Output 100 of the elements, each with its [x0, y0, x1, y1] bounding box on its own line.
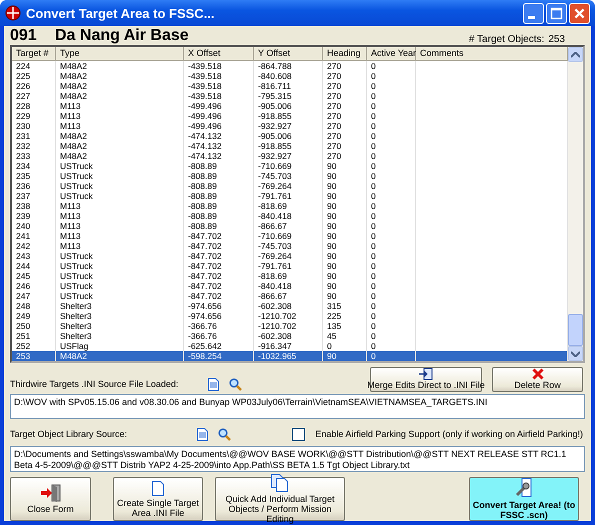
table-cell: -791.761	[254, 191, 323, 201]
table-cell: -866.67	[254, 221, 323, 231]
delete-row-button[interactable]: Delete Row	[492, 366, 583, 392]
table-cell: 90	[323, 201, 367, 211]
table-cell: 0	[367, 91, 416, 101]
table-cell: 224	[12, 61, 56, 71]
table-cell: 90	[323, 271, 367, 281]
table-cell: -808.89	[184, 191, 254, 201]
column-header[interactable]: Active Year	[367, 47, 416, 61]
table-cell: Shelter3	[56, 321, 184, 331]
table-cell: 236	[12, 181, 56, 191]
table-cell: 90	[323, 261, 367, 271]
table-cell: 249	[12, 311, 56, 321]
table-cell: 0	[367, 351, 416, 361]
table-cell: 244	[12, 261, 56, 271]
table-cell: M48A2	[56, 91, 184, 101]
column-header[interactable]: Heading	[323, 47, 367, 61]
table-cell: M48A2	[56, 81, 184, 91]
table-cell: 270	[323, 131, 367, 141]
table-cell: M48A2	[56, 351, 184, 361]
area-number: 091	[10, 27, 38, 45]
table-cell: 246	[12, 281, 56, 291]
table-cell: -864.788	[254, 61, 323, 71]
library-source-field[interactable]: D:\Documents and Settings\sswamba\My Documents\@@WOV BASE WORK\@@STT Distribution\@@STT NEXT RELEASE STT RC1.1 Beta 4-5-2009\@@@STT Distrib YAP2 4-25-2009\into App.Path\SS BETA 1.5 Tgt Object Library.txt	[10, 446, 585, 472]
table-cell: -932.927	[254, 121, 323, 131]
column-header[interactable]: Y Offset	[254, 47, 323, 61]
table-cell: M113	[56, 241, 184, 251]
table-cell: 90	[323, 161, 367, 171]
table-cell: 245	[12, 271, 56, 281]
close-button[interactable]: Close Form	[10, 477, 91, 521]
table-cell: Shelter3	[56, 301, 184, 311]
table-cell: -710.669	[254, 161, 323, 171]
table-cell: -769.264	[254, 181, 323, 191]
table-cell: 0	[367, 101, 416, 111]
table-cell: 226	[12, 81, 56, 91]
table-cell: -795.315	[254, 91, 323, 101]
table-cell: -808.89	[184, 211, 254, 221]
table-cell: 0	[367, 251, 416, 261]
table-cell: 270	[323, 111, 367, 121]
library-source-label: Target Object Library Source:	[10, 429, 128, 439]
table-cell: M113	[56, 211, 184, 221]
table-cell: 234	[12, 161, 56, 171]
table-cell: 270	[323, 71, 367, 81]
table-cell: 225	[323, 311, 367, 321]
table-cell: 0	[367, 321, 416, 331]
table-cell: 45	[323, 331, 367, 341]
table-cell: M113	[56, 101, 184, 111]
table-cell: -816.711	[254, 81, 323, 91]
table-cell: -847.702	[184, 281, 254, 291]
table-cell: -366.76	[184, 321, 254, 331]
selected-table-row[interactable]: 253 M48A2 -598.254 -1032.965 90 0	[12, 351, 568, 361]
table-cell: -366.76	[184, 331, 254, 341]
table-cell: -439.518	[184, 81, 254, 91]
table-cell: 90	[323, 181, 367, 191]
parking-support-label: Enable Airfield Parking Support (only if working on Airfield Parking!)	[315, 429, 583, 439]
table-cell: USTruck	[56, 291, 184, 301]
table-cell: -866.67	[254, 291, 323, 301]
table-cell: 315	[323, 301, 367, 311]
table-cell: 90	[323, 221, 367, 231]
column-header[interactable]: X Offset	[184, 47, 254, 61]
table-cell: 0	[367, 161, 416, 171]
table-cell: 270	[323, 101, 367, 111]
table-cell: 270	[323, 81, 367, 91]
table-cell: 247	[12, 291, 56, 301]
column-header[interactable]: Type	[56, 47, 184, 61]
column-header[interactable]: Target #	[12, 47, 56, 61]
table-cell: 90	[323, 251, 367, 261]
table-cell: -932.927	[254, 151, 323, 161]
target-count: 253	[548, 34, 565, 45]
table-cell: 0	[367, 141, 416, 151]
table-cell: M48A2	[56, 71, 184, 81]
table-cell: 237	[12, 191, 56, 201]
table-cell: -974.656	[184, 301, 254, 311]
table-cell: 0	[367, 331, 416, 341]
table-cell: -905.006	[254, 101, 323, 111]
table-cell: -818.69	[254, 271, 323, 281]
table-cell: 0	[367, 111, 416, 121]
table-cell: 242	[12, 241, 56, 251]
table-cell: 225	[12, 71, 56, 81]
table-cell: -905.006	[254, 131, 323, 141]
table-cell: -840.418	[254, 211, 323, 221]
create-button[interactable]: Create Single Target Area .INI File	[113, 477, 203, 521]
table-cell: 229	[12, 111, 56, 121]
table-cell: 248	[12, 301, 56, 311]
table-cell: -499.496	[184, 111, 254, 121]
table-cell: 0	[367, 241, 416, 251]
convert-button[interactable]: Convert Target Area! (to FSSC .scn)	[469, 477, 579, 521]
table-cell: -474.132	[184, 151, 254, 161]
table-cell: USTruck	[56, 271, 184, 281]
table-cell: -808.89	[184, 201, 254, 211]
table-cell: 270	[323, 61, 367, 71]
column-header[interactable]: Comments	[416, 47, 568, 61]
table-cell: 0	[367, 181, 416, 191]
source-file-field[interactable]: D:\WOV with SPv05.15.06 and v08.30.06 and Bunyap WP03July06\Terrain\VietnamSEA\VIETNAMSEA_TARGETS.INI	[10, 394, 585, 419]
table-cell: M113	[56, 221, 184, 231]
table-cell: 251	[12, 331, 56, 341]
merge-button[interactable]: Merge Edits Direct to .INI File	[370, 366, 482, 392]
source-file-label: Thirdwire Targets .INI Source File Loaded:	[10, 379, 178, 389]
table-cell: M113	[56, 231, 184, 241]
table-cell: 0	[367, 81, 416, 91]
